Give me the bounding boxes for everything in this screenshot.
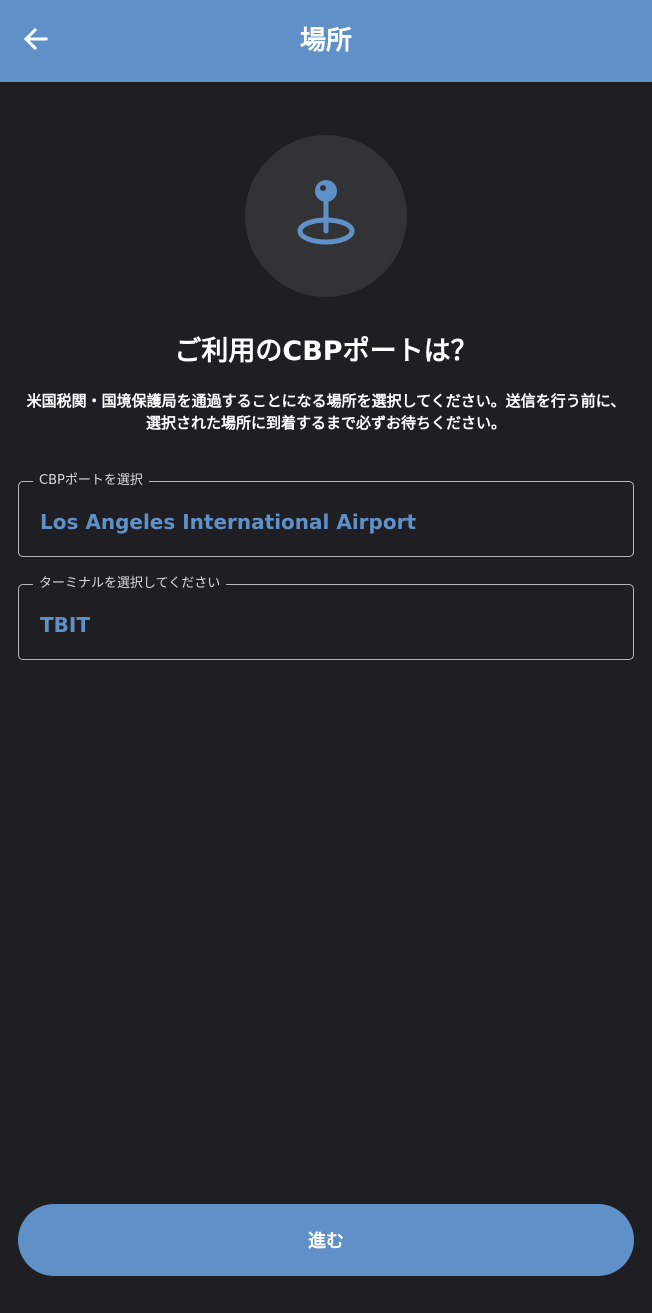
- cbp-port-value: Los Angeles International Airport: [40, 510, 417, 534]
- continue-label: 進む: [308, 1231, 344, 1252]
- cbp-port-label: CBPポートを選択: [33, 472, 149, 490]
- terminal-value: TBIT: [40, 613, 90, 637]
- question-heading: ご利用のCBPポートは？: [174, 336, 478, 367]
- instruction-text: 米国税関・国境保護局を通過することになる場所を選択してください。送信を行う前に、…: [26, 392, 626, 432]
- terminal-select[interactable]: ターミナルを選択してください TBIT: [18, 575, 634, 660]
- app-bar: 場所: [0, 0, 652, 82]
- continue-button[interactable]: 進む: [18, 1204, 634, 1276]
- cbp-port-select[interactable]: CBPポートを選択 Los Angeles International Airp…: [18, 472, 634, 557]
- location-icon-badge: [245, 135, 407, 297]
- terminal-label: ターミナルを選択してください: [33, 575, 227, 593]
- location-pin-icon: [294, 179, 358, 253]
- page-title: 場所: [299, 26, 352, 56]
